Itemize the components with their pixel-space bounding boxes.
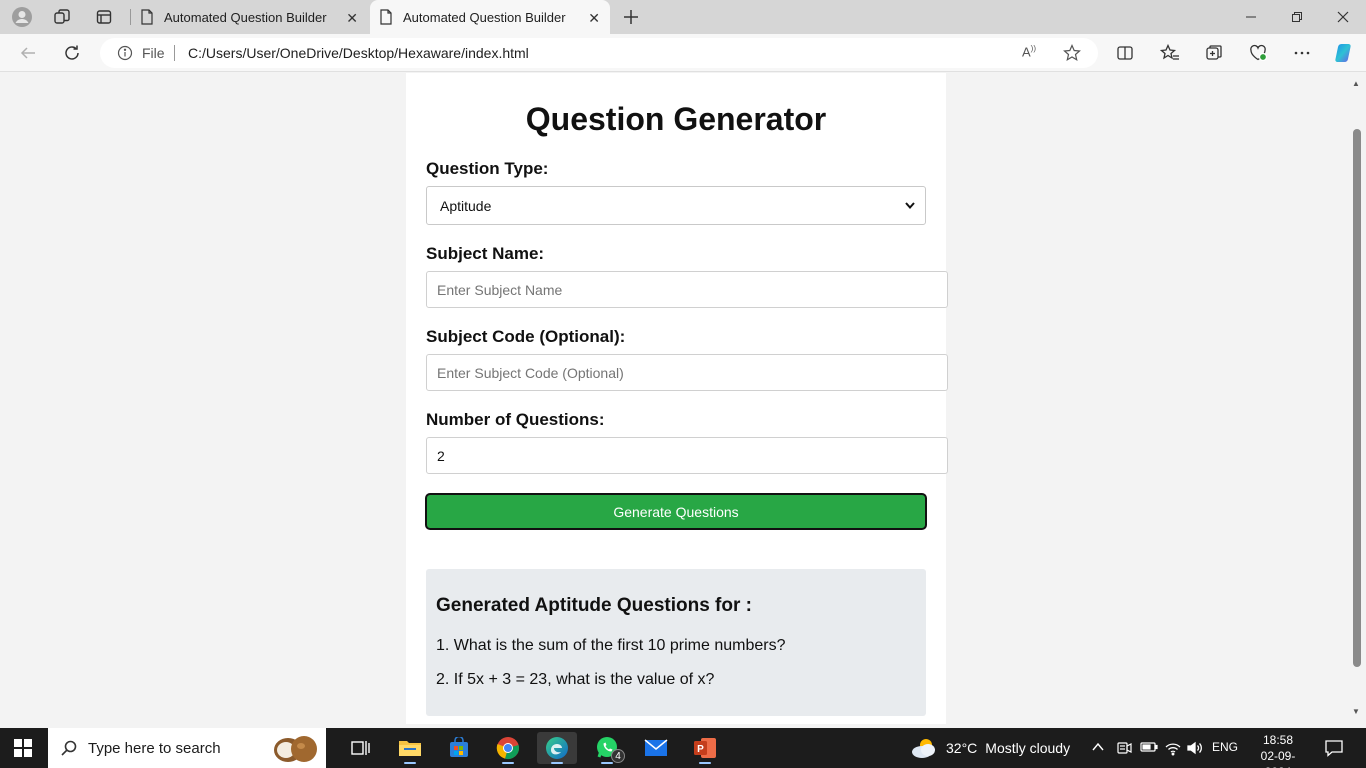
search-icon <box>61 740 77 756</box>
weather-cloudy-icon <box>912 739 935 758</box>
running-indicator <box>404 762 416 764</box>
tab-separator <box>130 9 131 25</box>
edge-icon[interactable] <box>537 732 577 764</box>
clock-date: 02-09-2024 <box>1260 749 1296 768</box>
browser-toolbar: File C:/Users/User/OneDrive/Desktop/Hexa… <box>0 34 1366 72</box>
chevron-down-icon <box>905 202 915 210</box>
microsoft-store-icon[interactable] <box>439 732 479 764</box>
profile-icon[interactable] <box>10 5 34 29</box>
subject-name-input[interactable] <box>426 271 948 308</box>
tab-title: Automated Question Builder <box>403 9 566 25</box>
clock-time: 18:58 <box>1262 733 1294 747</box>
battery-icon[interactable] <box>1140 740 1158 757</box>
refresh-icon[interactable] <box>60 41 84 65</box>
weather-widget[interactable]: 32°C Mostly cloudy <box>910 728 1070 768</box>
question-type-selected: Aptitude <box>440 197 492 214</box>
question-type-label: Question Type: <box>426 159 549 178</box>
coconut-search-highlight-icon <box>274 736 317 762</box>
mail-icon[interactable] <box>636 732 676 764</box>
running-indicator <box>551 762 563 764</box>
copilot-icon[interactable] <box>1331 41 1355 65</box>
search-placeholder: Type here to search <box>88 739 221 757</box>
split-screen-icon[interactable] <box>1113 41 1137 65</box>
tab-title: Automated Question Builder <box>164 9 327 25</box>
clock[interactable]: 18:58 02-09-2024 <box>1248 732 1308 768</box>
page-viewport: Question Generator Question Type: Aptitu… <box>4 73 1348 724</box>
page-icon <box>141 9 153 25</box>
volume-icon[interactable] <box>1186 740 1204 759</box>
subject-code-input[interactable] <box>426 354 948 391</box>
url-scheme-label: File <box>142 45 165 61</box>
browser-essentials-icon[interactable] <box>1246 41 1270 65</box>
read-aloud-icon[interactable]: A)) <box>1022 44 1036 59</box>
notification-center-icon[interactable] <box>1324 738 1344 763</box>
language-indicator[interactable]: ENG <box>1212 740 1238 754</box>
running-indicator <box>601 762 613 764</box>
wifi-icon[interactable] <box>1164 740 1182 759</box>
number-of-questions-label: Number of Questions: <box>426 410 605 429</box>
show-hidden-icons-chevron-icon[interactable] <box>1091 740 1105 757</box>
page-title: Question Generator <box>525 101 827 137</box>
vertical-scrollbar[interactable]: ▲ ▼ <box>1348 73 1366 724</box>
notification-badge: 4 <box>611 749 625 763</box>
close-icon[interactable]: ✕ <box>588 10 600 27</box>
file-explorer-icon[interactable] <box>390 732 430 764</box>
restore-button[interactable] <box>1274 0 1320 34</box>
scroll-down-arrow-icon[interactable]: ▼ <box>1352 707 1360 716</box>
running-indicator <box>502 762 514 764</box>
collections-icon[interactable] <box>1202 41 1226 65</box>
weather-temp: 32°C <box>946 740 978 756</box>
close-window-button[interactable] <box>1320 0 1366 34</box>
weather-condition: Mostly cloudy <box>985 740 1071 756</box>
taskbar: Type here to search 4 P 32°C Mostly clou… <box>0 728 1366 768</box>
url-divider <box>174 45 175 61</box>
tab-strip: Automated Question Builder ✕ Automated Q… <box>0 0 1366 34</box>
task-view-icon[interactable] <box>340 732 380 764</box>
question-type-select[interactable]: Aptitude <box>426 186 926 225</box>
tab-1[interactable]: Automated Question Builder ✕ <box>134 0 368 34</box>
scrollbar-thumb[interactable] <box>1353 129 1361 667</box>
new-tab-icon[interactable] <box>619 5 643 29</box>
question-item: 2. If 5x + 3 = 23, what is the value of … <box>436 671 715 688</box>
powerpoint-icon[interactable]: P <box>685 732 725 764</box>
scroll-up-arrow-icon[interactable]: ▲ <box>1352 79 1360 88</box>
workspaces-icon[interactable] <box>50 5 74 29</box>
results-heading: Generated Aptitude Questions for : <box>436 595 752 616</box>
address-bar[interactable]: File C:/Users/User/OneDrive/Desktop/Hexa… <box>100 38 1098 68</box>
back-icon[interactable] <box>16 41 40 65</box>
svg-text:P: P <box>697 744 704 755</box>
subject-name-label: Subject Name: <box>426 244 545 263</box>
favorites-icon[interactable] <box>1158 41 1182 65</box>
tab-2-active[interactable]: Automated Question Builder ✕ <box>370 0 610 34</box>
form-card: Question Generator Question Type: Aptitu… <box>406 73 948 724</box>
taskbar-search[interactable]: Type here to search <box>48 728 326 768</box>
url-text[interactable]: C:/Users/User/OneDrive/Desktop/Hexaware/… <box>188 45 529 61</box>
favorite-star-icon[interactable] <box>1063 44 1081 62</box>
running-indicator <box>699 762 711 764</box>
more-options-icon[interactable] <box>1290 41 1314 65</box>
results-panel: Generated Aptitude Questions for : 1. Wh… <box>426 569 926 716</box>
minimize-button[interactable] <box>1228 0 1274 34</box>
subject-code-label: Subject Code (Optional): <box>426 327 626 346</box>
windows-start-icon[interactable] <box>14 739 32 757</box>
meet-now-icon[interactable] <box>1116 740 1132 759</box>
question-item: 1. What is the sum of the first 10 prime… <box>436 637 786 654</box>
close-icon[interactable]: ✕ <box>346 10 358 27</box>
tab-actions-icon[interactable] <box>92 5 116 29</box>
number-of-questions-input[interactable] <box>426 437 948 474</box>
info-icon[interactable] <box>117 45 133 61</box>
generate-questions-button[interactable]: Generate Questions <box>425 493 927 530</box>
page-icon <box>380 9 392 25</box>
chrome-icon[interactable] <box>488 732 528 764</box>
whatsapp-icon[interactable]: 4 <box>587 732 627 764</box>
